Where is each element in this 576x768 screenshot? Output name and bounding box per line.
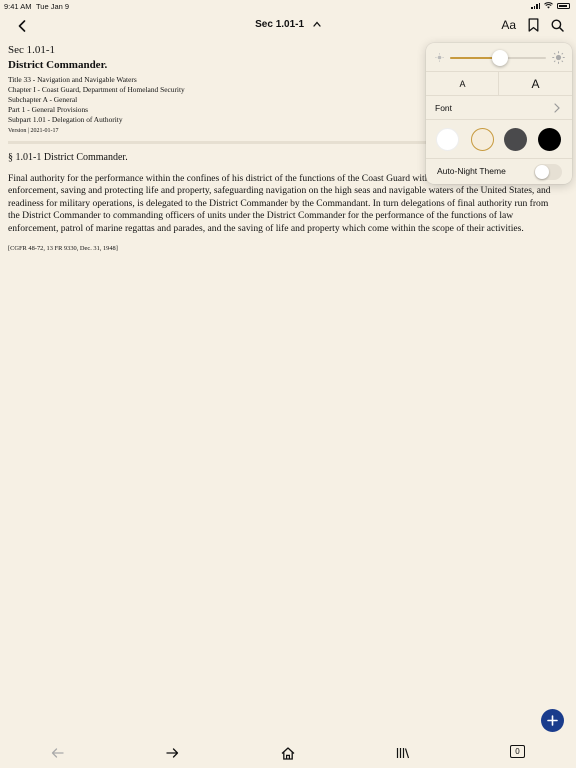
- home-icon: [281, 746, 295, 760]
- history-back-button[interactable]: [48, 744, 66, 762]
- forward-arrow-icon: [165, 748, 178, 758]
- theme-sepia-swatch[interactable]: [471, 128, 494, 151]
- status-date: Tue Jan 9: [36, 2, 70, 11]
- navigation-bar: Sec 1.01-1 Aa: [0, 14, 576, 38]
- section-title-menu[interactable]: Sec 1.01-1: [0, 19, 576, 30]
- battery-icon: [557, 2, 570, 9]
- auto-night-toggle[interactable]: [534, 164, 562, 180]
- auto-night-row: Auto-Night Theme: [426, 159, 572, 184]
- add-button[interactable]: [541, 709, 564, 732]
- brightness-slider-knob[interactable]: [491, 50, 508, 66]
- theme-black-swatch[interactable]: [538, 128, 561, 151]
- chevron-up-icon: [313, 21, 321, 28]
- text-settings-button[interactable]: Aa: [501, 18, 516, 32]
- bookmark-icon: [528, 18, 538, 32]
- status-icons: [531, 2, 570, 9]
- font-label: Font: [435, 103, 453, 113]
- bottom-toolbar: 0: [0, 740, 576, 768]
- status-bar: 9:41 AM Tue Jan 9: [0, 0, 576, 14]
- reader-settings-popover: A A Font Auto-Night Theme: [426, 43, 572, 184]
- toggle-knob: [535, 165, 549, 179]
- brightness-row: [426, 43, 572, 72]
- library-icon: [396, 748, 410, 759]
- search-icon: [551, 19, 564, 32]
- nav-actions: Aa: [501, 17, 564, 33]
- auto-night-label: Auto-Night Theme: [437, 166, 506, 176]
- home-button[interactable]: [279, 744, 297, 762]
- citation: [CGFR 48-72, 13 FR 9330, Dec. 31, 1948]: [8, 245, 118, 253]
- brightness-low-icon: [435, 53, 444, 62]
- brightness-slider[interactable]: [450, 50, 546, 66]
- bookmark-button[interactable]: [526, 17, 540, 33]
- library-button[interactable]: [394, 744, 412, 762]
- decrease-font-size-button[interactable]: A: [426, 72, 499, 96]
- wifi-icon: [544, 2, 553, 9]
- font-size-row: A A: [426, 72, 572, 96]
- history-forward-button[interactable]: [163, 744, 181, 762]
- theme-row: [426, 120, 572, 159]
- theme-gray-swatch[interactable]: [504, 128, 527, 151]
- font-picker-row[interactable]: Font: [426, 96, 572, 120]
- theme-white-swatch[interactable]: [436, 128, 459, 151]
- tabs-button[interactable]: 0: [510, 745, 525, 758]
- back-arrow-icon: [51, 748, 64, 758]
- cellular-signal-icon: [531, 2, 540, 9]
- brightness-high-icon: [552, 51, 565, 64]
- nav-title-text: Sec 1.01-1: [255, 19, 305, 30]
- status-time: 9:41 AM: [4, 2, 32, 11]
- plus-icon: [547, 715, 558, 726]
- chevron-right-icon: [554, 103, 560, 113]
- search-button[interactable]: [550, 17, 564, 33]
- increase-font-size-button[interactable]: A: [499, 72, 572, 96]
